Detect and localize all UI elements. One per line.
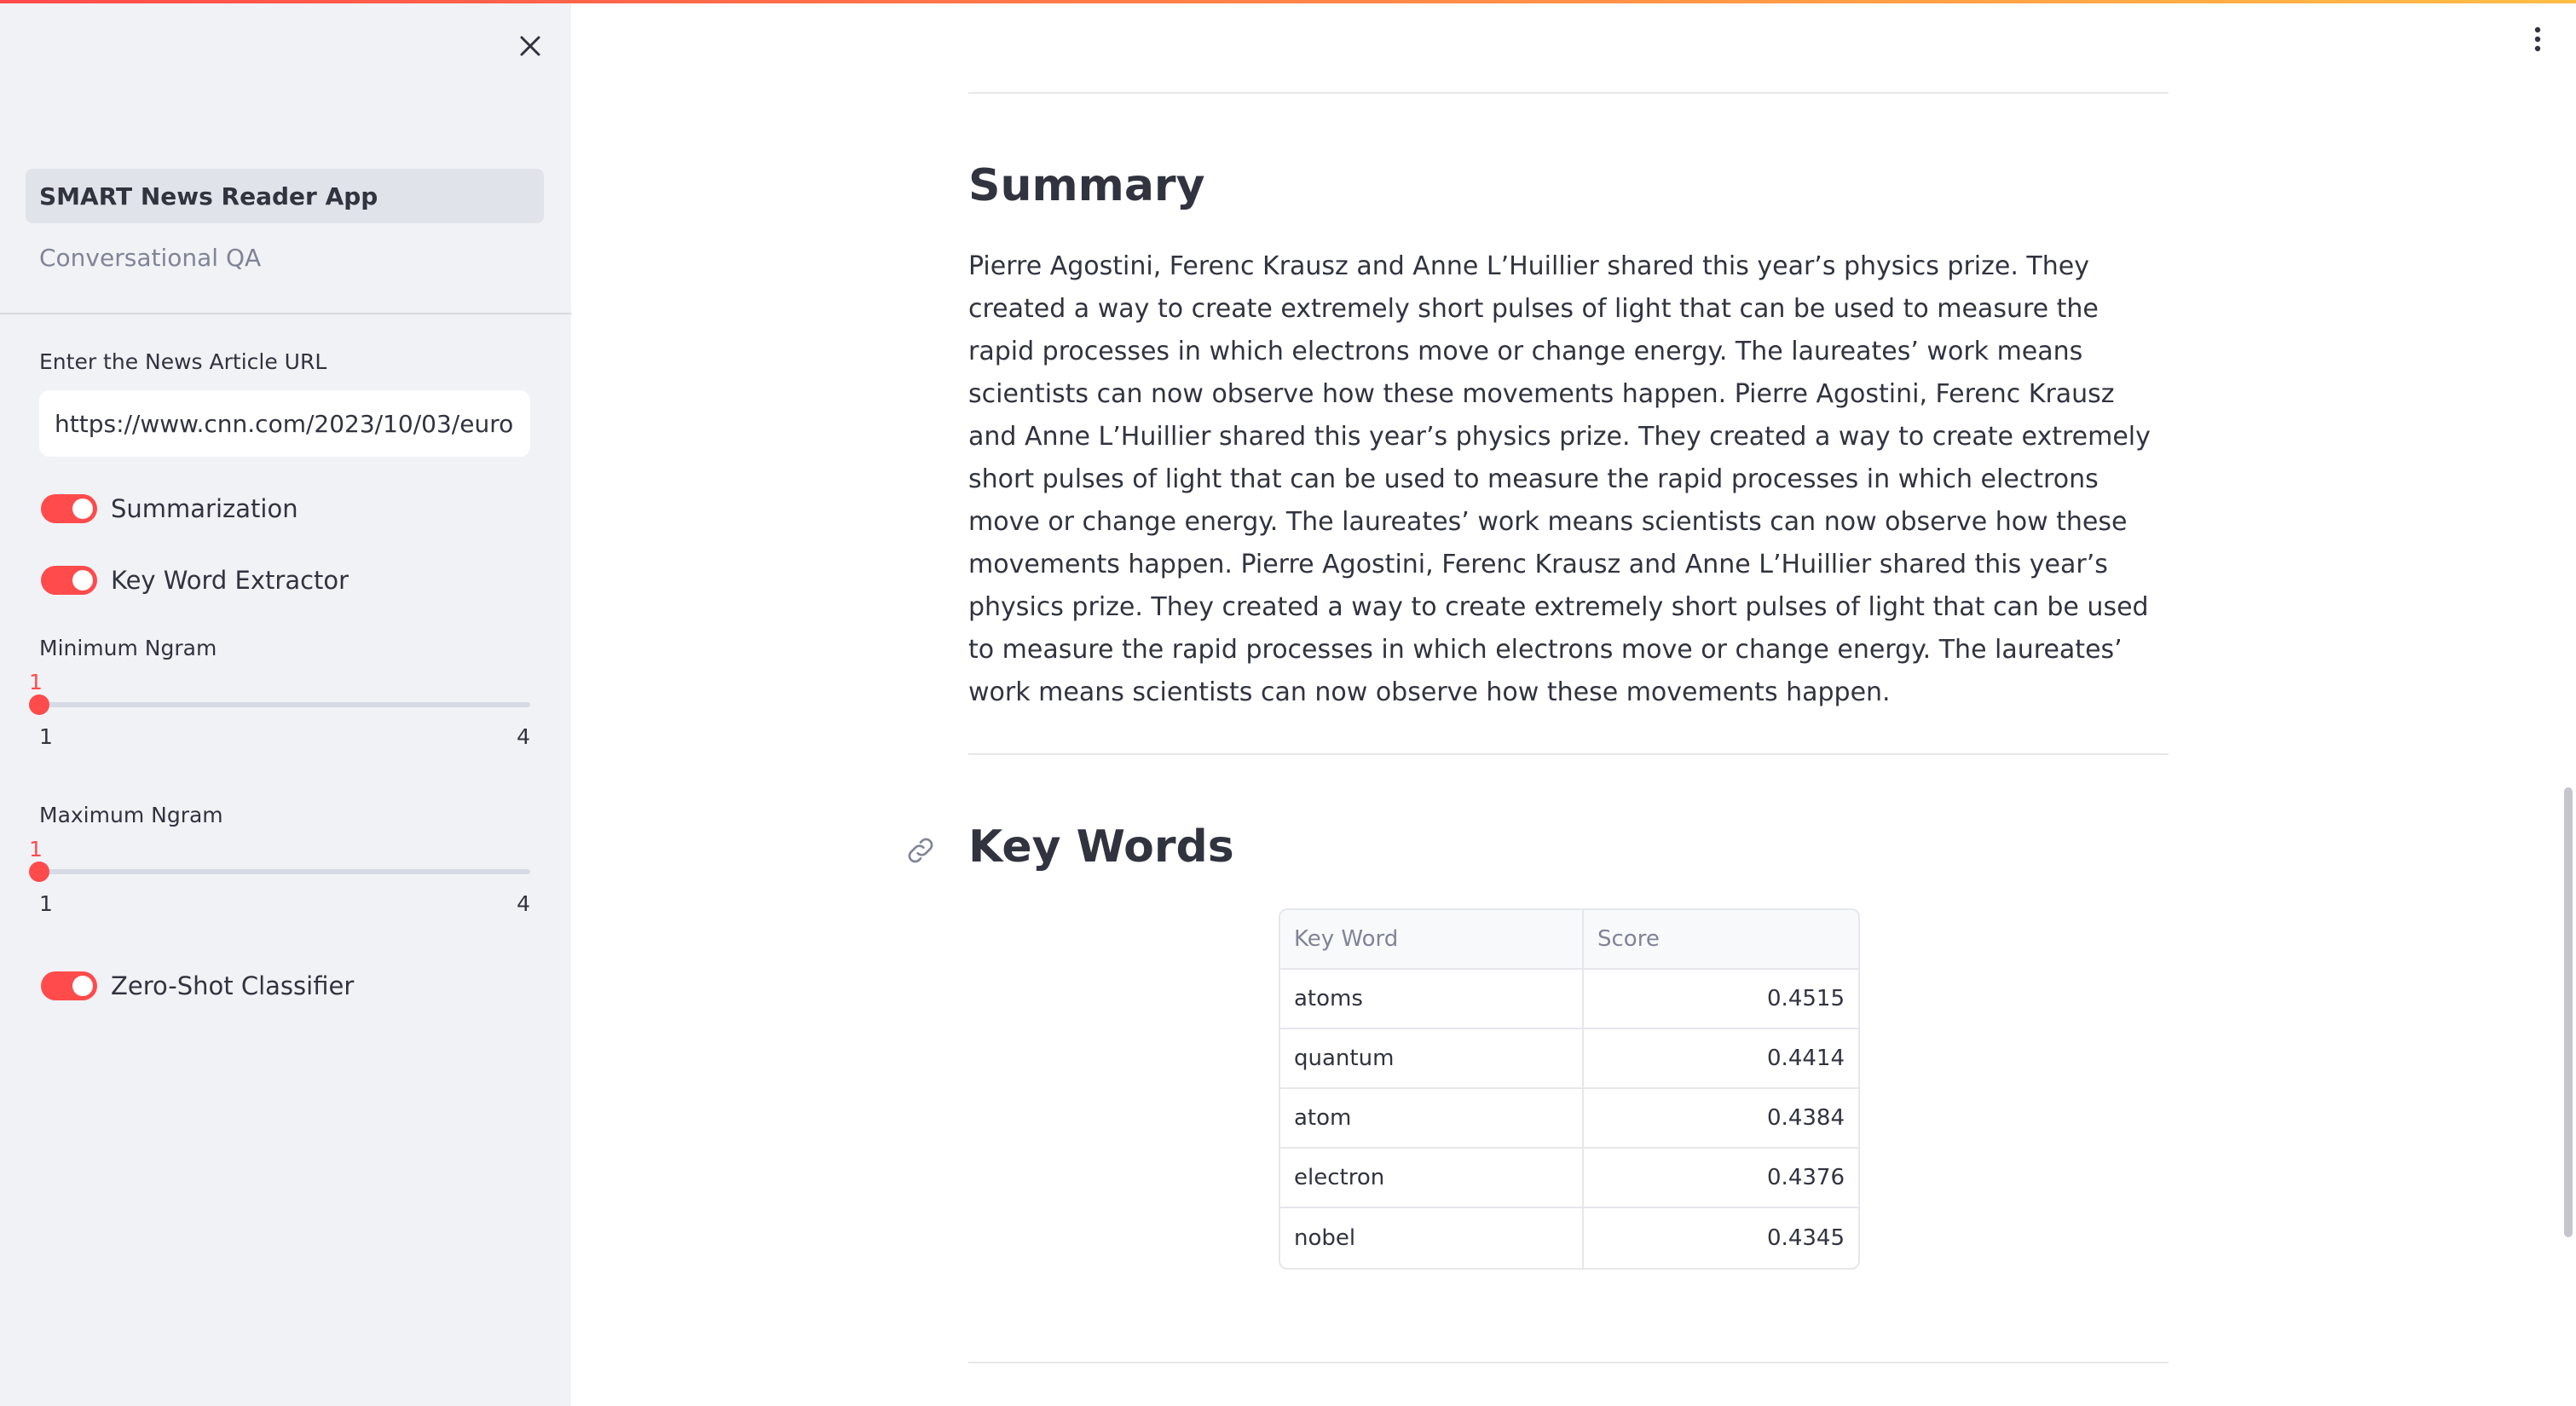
table-cell-score[interactable]: 0.4414 <box>1584 1029 1858 1087</box>
toggle-switch[interactable] <box>41 971 97 1000</box>
table-cell-key-word[interactable]: nobel <box>1280 1208 1584 1268</box>
url-field-label: Enter the News Article URL <box>39 349 327 374</box>
column-header-score[interactable]: Score <box>1584 910 1858 968</box>
slider-thumb[interactable] <box>29 694 49 715</box>
key-words-heading: Key Words <box>968 821 1234 873</box>
toggle-switch[interactable] <box>41 566 97 595</box>
table-cell-score[interactable]: 0.4376 <box>1584 1149 1858 1207</box>
nav-item-label: Conversational QA <box>39 243 262 272</box>
slider-min-label: 1 <box>39 891 53 916</box>
toggle-knob <box>72 570 93 591</box>
toggle-knob <box>72 976 93 996</box>
slider-track[interactable] <box>39 702 530 707</box>
table-row: atoms 0.4515 <box>1280 970 1858 1029</box>
table-cell-key-word[interactable]: atoms <box>1280 970 1584 1028</box>
table-header-row: Key Word Score <box>1280 910 1858 970</box>
link-icon <box>908 838 933 863</box>
slider-track[interactable] <box>39 869 530 874</box>
summarization-toggle[interactable]: Summarization <box>41 494 298 523</box>
page-scrollbar[interactable] <box>2564 787 2573 1237</box>
keyword-extractor-label: Key Word Extractor <box>111 566 349 595</box>
slider-max-label: 4 <box>517 724 530 749</box>
table-row: quantum 0.4414 <box>1280 1029 1858 1089</box>
keyword-extractor-toggle[interactable]: Key Word Extractor <box>41 566 349 595</box>
close-icon <box>520 36 540 56</box>
toggle-knob <box>72 498 93 519</box>
slider-value: 1 <box>29 837 43 861</box>
main-menu-button[interactable] <box>2523 22 2552 56</box>
slider-thumb[interactable] <box>29 861 49 882</box>
sidebar-divider <box>0 313 571 314</box>
nav-item-label: SMART News Reader App <box>39 182 378 210</box>
table-cell-score[interactable]: 0.4384 <box>1584 1089 1858 1147</box>
max-ngram-label: Maximum Ngram <box>39 803 223 827</box>
toggle-switch[interactable] <box>41 494 97 523</box>
nav-item-conversational-qa[interactable]: Conversational QA <box>26 230 544 285</box>
min-ngram-label: Minimum Ngram <box>39 636 217 660</box>
key-words-table: Key Word Score atoms 0.4515 quantum 0.44… <box>1279 908 1860 1270</box>
summary-text: Pierre Agostini, Ferenc Krausz and Anne … <box>968 251 2151 707</box>
slider-value: 1 <box>29 670 43 694</box>
section-divider <box>968 92 2169 94</box>
zero-shot-classifier-toggle[interactable]: Zero-Shot Classifier <box>41 971 354 1000</box>
table-row: nobel 0.4345 <box>1280 1208 1858 1268</box>
table-cell-key-word[interactable]: electron <box>1280 1149 1584 1207</box>
summary-heading: Summary <box>968 160 1205 211</box>
section-divider <box>968 753 2169 755</box>
slider-max-label: 4 <box>517 891 530 916</box>
table-row: atom 0.4384 <box>1280 1089 1858 1149</box>
table-cell-score[interactable]: 0.4345 <box>1584 1208 1858 1268</box>
zero-shot-classifier-label: Zero-Shot Classifier <box>111 971 355 1000</box>
sidebar: SMART News Reader App Conversational QA … <box>0 0 571 1406</box>
slider-min-label: 1 <box>39 724 53 749</box>
page-nav: SMART News Reader App Conversational QA <box>26 169 544 291</box>
table-cell-key-word[interactable]: atom <box>1280 1089 1584 1147</box>
kebab-menu-icon <box>2534 26 2541 52</box>
nav-item-smart-news-reader[interactable]: SMART News Reader App <box>26 169 544 223</box>
section-divider <box>968 1362 2169 1363</box>
anchor-link-button[interactable] <box>904 833 938 867</box>
table-cell-score[interactable]: 0.4515 <box>1584 970 1858 1028</box>
column-header-key-word[interactable]: Key Word <box>1280 910 1584 968</box>
summarization-label: Summarization <box>111 494 298 523</box>
table-row: electron 0.4376 <box>1280 1149 1858 1208</box>
table-cell-key-word[interactable]: quantum <box>1280 1029 1584 1087</box>
top-decoration-bar <box>0 0 2576 3</box>
close-sidebar-button[interactable] <box>508 24 552 68</box>
url-input[interactable] <box>39 390 530 457</box>
